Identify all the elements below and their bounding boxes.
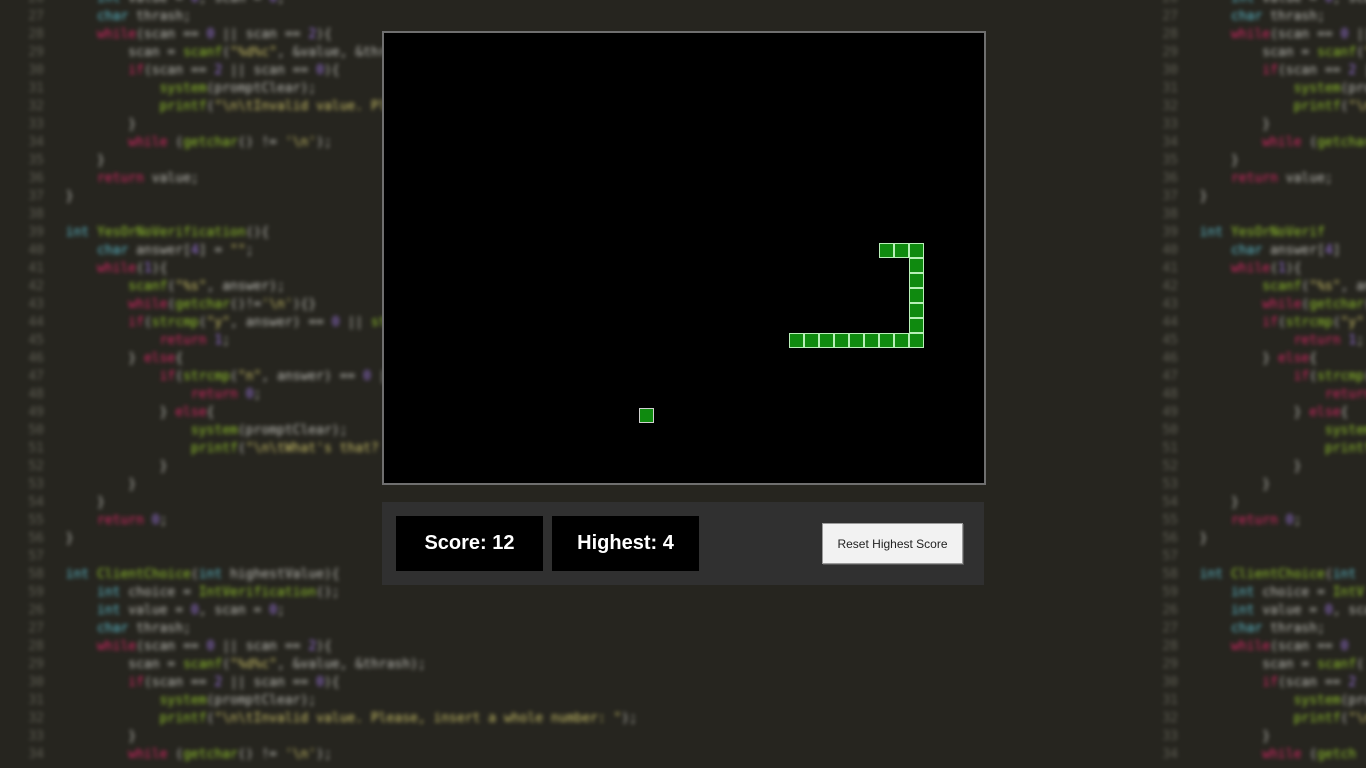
snake-segment xyxy=(849,333,864,348)
snake-segment xyxy=(909,243,924,258)
current-score: Score: 12 xyxy=(396,516,543,571)
reset-highest-score-button[interactable]: Reset Highest Score xyxy=(822,523,963,564)
snake-segment xyxy=(909,303,924,318)
game-board[interactable] xyxy=(382,31,986,485)
snake-segment xyxy=(834,333,849,348)
snake-segment xyxy=(819,333,834,348)
game-grid xyxy=(384,33,984,483)
snake-head xyxy=(879,243,894,258)
score-panel: Score: 12 Highest: 4 Reset Highest Score xyxy=(382,502,984,585)
snake-segment xyxy=(894,333,909,348)
snake-segment xyxy=(909,288,924,303)
snake-segment xyxy=(909,333,924,348)
snake-segment xyxy=(894,243,909,258)
snake-segment xyxy=(879,333,894,348)
code-wallpaper-right: 26 int value = 0, scan 27 char thrash; 2… xyxy=(1162,0,1366,762)
snake-segment xyxy=(864,333,879,348)
snake-segment xyxy=(909,258,924,273)
snake-segment xyxy=(804,333,819,348)
highest-score: Highest: 4 xyxy=(552,516,699,571)
food-pellet xyxy=(639,408,654,423)
snake-segment xyxy=(909,318,924,333)
snake-segment xyxy=(909,273,924,288)
snake-segment xyxy=(789,333,804,348)
